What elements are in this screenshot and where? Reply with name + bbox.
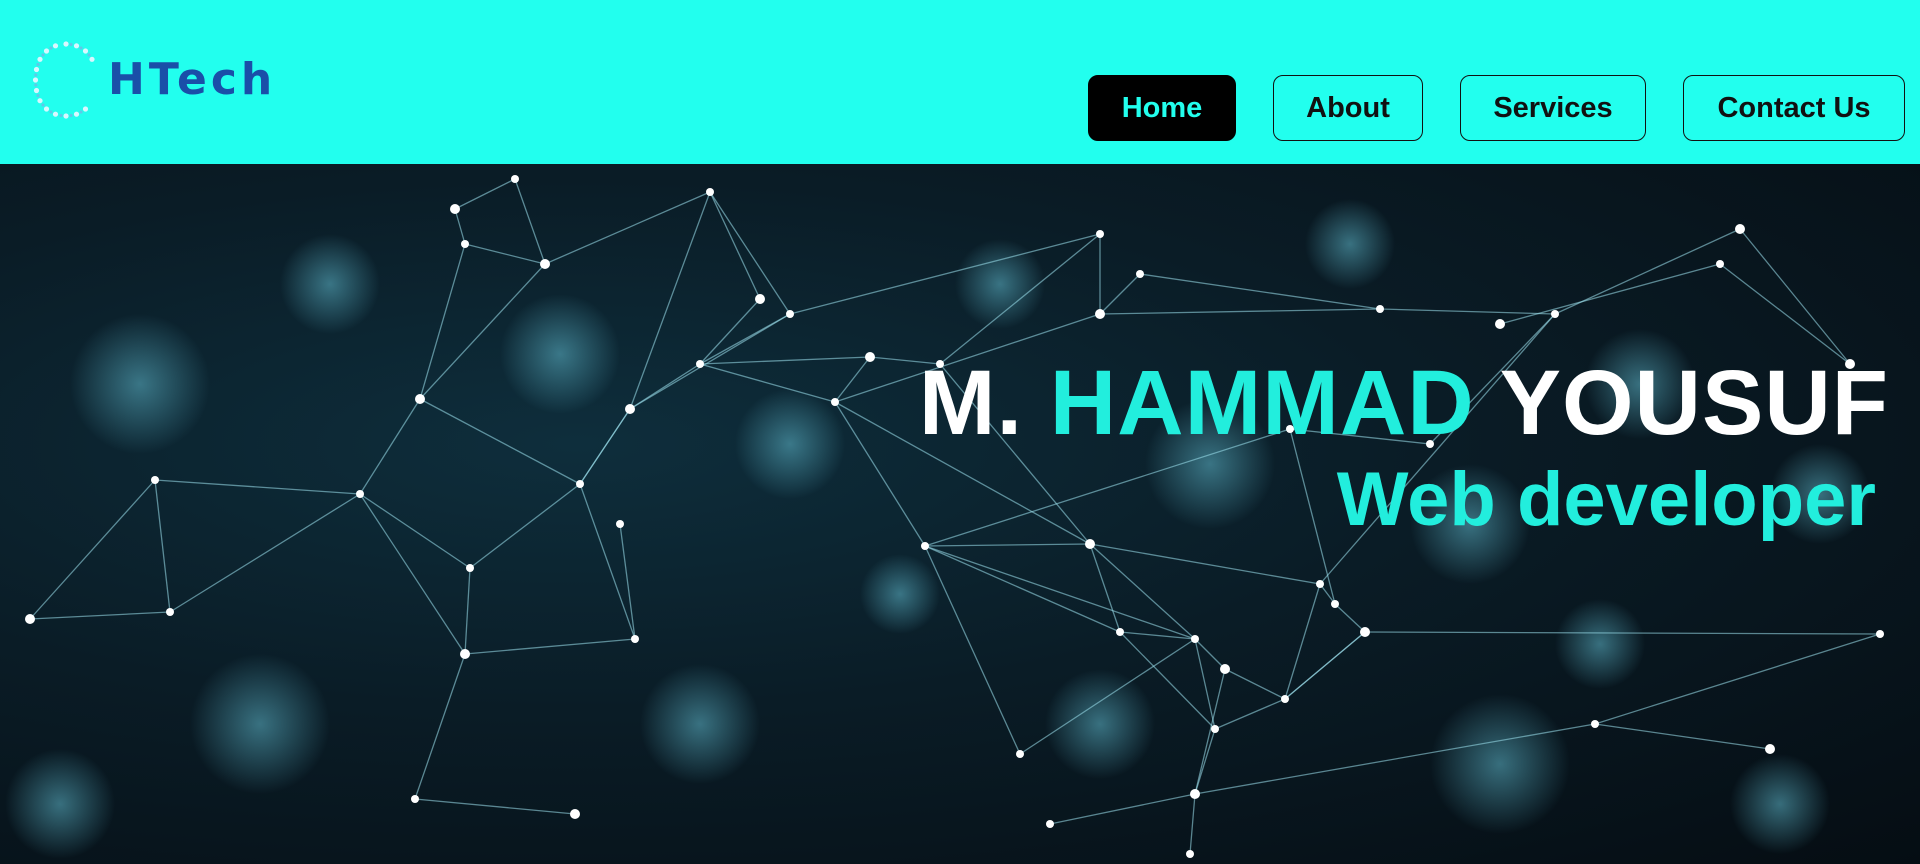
hero-name: M. HAMMAD YOUSUF — [919, 357, 1889, 449]
main-nav: Home About Services Contact Us — [1088, 75, 1905, 141]
nav-contact-us-button[interactable]: Contact Us — [1683, 75, 1905, 141]
hero-name-last: YOUSUF — [1499, 352, 1889, 454]
nav-about-button[interactable]: About — [1273, 75, 1423, 141]
site-header: HTech Home About Services Contact Us — [0, 0, 1920, 164]
nav-services-button[interactable]: Services — [1460, 75, 1646, 141]
dotted-circle-icon — [32, 41, 95, 119]
hero-section: M. HAMMAD YOUSUF Web developer — [0, 164, 1920, 864]
nav-home-button[interactable]: Home — [1088, 75, 1236, 141]
logo[interactable]: HTech — [26, 38, 276, 122]
hero-name-middle: HAMMAD — [1049, 352, 1475, 454]
logo-text: HTech — [108, 54, 277, 105]
hero-role: Web developer — [1336, 457, 1876, 542]
hero-name-first: M. — [918, 352, 1024, 454]
